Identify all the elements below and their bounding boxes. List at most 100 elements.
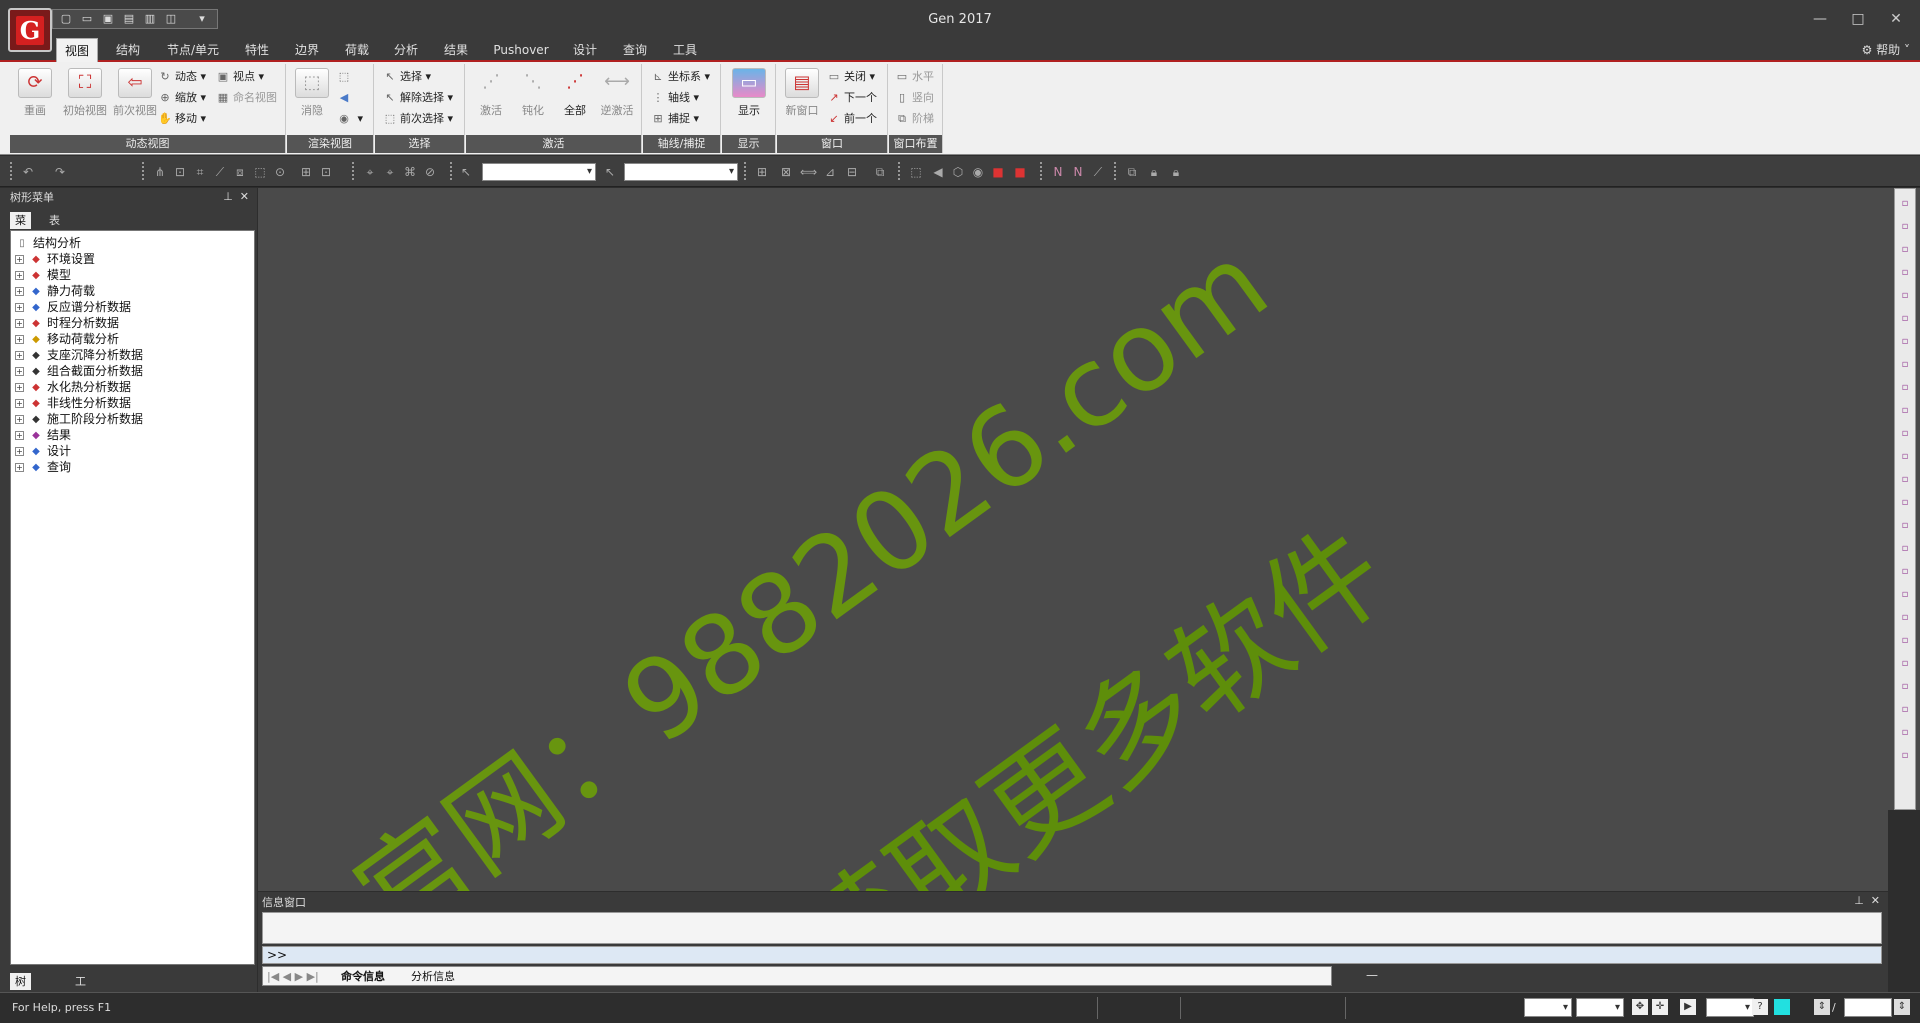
front-view-icon[interactable]: ◀ <box>930 164 946 180</box>
next-window-button[interactable]: ↗ 下一个 <box>827 89 877 107</box>
open-file-icon[interactable]: ▭ <box>78 12 96 26</box>
tile-horizontal-button[interactable]: ▭ 水平 <box>895 68 934 86</box>
distance-icon[interactable]: ⟺ <box>800 164 817 180</box>
redo-icon[interactable]: ↷ <box>52 164 68 180</box>
search-icon[interactable]: ▫ <box>1898 496 1912 510</box>
viewpoint-button[interactable]: ▣ 视点 ▾ <box>216 68 264 86</box>
expand-icon[interactable]: + <box>15 255 24 264</box>
select-button[interactable]: ↖ 选择 ▾ <box>383 68 431 86</box>
grid-lines-icon[interactable]: ▫ <box>1898 220 1912 234</box>
layer-2-icon[interactable]: ▫ <box>1898 680 1912 694</box>
tree-item[interactable]: + ◆ 时程分析数据 <box>15 315 119 331</box>
named-view-button[interactable]: ▦ 命名视图 <box>216 89 277 107</box>
inverse-activate-button[interactable]: ⟷ 逆激活 <box>596 68 638 118</box>
cut-icon[interactable]: ▫ <box>1898 358 1912 372</box>
select-intersect-icon[interactable]: ⟋ <box>212 164 228 180</box>
previous-view-button[interactable]: ⇦ 前次视图 <box>110 68 160 118</box>
section-icon[interactable]: ⊟ <box>844 164 860 180</box>
undo-icon[interactable]: ↶ <box>20 164 36 180</box>
layer-icon[interactable]: ▫ <box>1898 657 1912 671</box>
export-icon[interactable]: ▫ <box>1898 726 1912 740</box>
toolbar-grip[interactable] <box>142 162 145 180</box>
page-combo[interactable] <box>1844 998 1892 1017</box>
tab-structure[interactable]: 结构 <box>108 38 148 62</box>
axis-icon[interactable]: ▫ <box>1898 703 1912 717</box>
panel-close-icon[interactable]: ✕ <box>240 190 249 203</box>
activate-all-icon[interactable]: ⊡ <box>318 164 334 180</box>
tree-item[interactable]: + ◆ 水化热分析数据 <box>15 379 131 395</box>
view-y-icon[interactable]: ▫ <box>1898 289 1912 303</box>
property-icon[interactable]: ⧉ <box>872 164 888 180</box>
tree-root[interactable]: ▯ 结构分析 <box>15 235 81 251</box>
coord-button[interactable]: ⊾ 坐标系 ▾ <box>651 68 710 86</box>
expand-icon[interactable]: + <box>15 287 24 296</box>
save-icon[interactable]: ▤ <box>120 12 138 26</box>
node-number-icon[interactable]: ⊞ <box>754 164 770 180</box>
pan-icon[interactable]: ▫ <box>1898 519 1912 533</box>
expand-icon[interactable]: + <box>15 415 24 424</box>
iso-view-icon[interactable]: ⬡ <box>950 164 966 180</box>
pick-cursor-icon[interactable]: ↖ <box>458 164 474 180</box>
import-icon[interactable]: ▫ <box>1898 749 1912 763</box>
maximize-button[interactable]: □ <box>1843 9 1873 29</box>
zoom-window-icon[interactable]: ▫ <box>1898 404 1912 418</box>
tree-item[interactable]: + ◆ 静力荷载 <box>15 283 95 299</box>
tab-tree-menu[interactable]: 树形菜单 <box>10 973 31 1022</box>
tab-view[interactable]: 视图 <box>56 38 98 63</box>
previous-window-button[interactable]: ↙ 前一个 <box>827 110 877 128</box>
display-button[interactable]: ▭ 显示 <box>728 68 770 118</box>
expand-icon[interactable]: + <box>15 431 24 440</box>
move-button[interactable]: ✋ 移动 ▾ <box>158 110 206 128</box>
initial-view-button[interactable]: ⛶ 初始视图 <box>60 68 110 118</box>
tab-property[interactable]: 特性 <box>237 38 277 62</box>
tree-item[interactable]: + ◆ 施工阶段分析数据 <box>15 411 143 427</box>
checks-icon[interactable]: ▫ <box>1898 335 1912 349</box>
tree-item[interactable]: + ◆ 模型 <box>15 267 71 283</box>
copy-icon[interactable]: ▫ <box>1898 611 1912 625</box>
deactivate-button[interactable]: ⋱ 钝化 <box>512 68 554 118</box>
expand-icon[interactable]: + <box>15 447 24 456</box>
app-logo[interactable]: G <box>8 8 52 52</box>
red-box-icon[interactable]: ■ <box>990 164 1006 180</box>
tree-item[interactable]: + ◆ 设计 <box>15 443 71 459</box>
activate-button[interactable]: ⋰ 激活 <box>470 68 512 118</box>
toolbar-grip[interactable] <box>450 162 453 180</box>
unit-force-combo[interactable]: ▾ <box>1524 998 1572 1017</box>
select-polygon-icon[interactable]: ⌗ <box>192 164 208 180</box>
tab-analysis[interactable]: 分析 <box>386 38 426 62</box>
help-icon[interactable]: ? <box>1752 999 1768 1015</box>
render-sphere-icon[interactable]: ◉ ▾ <box>337 110 363 128</box>
render-icon[interactable]: ▫ <box>1898 565 1912 579</box>
expand-icon[interactable]: + <box>15 271 24 280</box>
sphere-view-icon[interactable]: ◉ <box>970 164 986 180</box>
tab-analysis-info[interactable]: 分析信息 <box>411 968 455 985</box>
deselect-button[interactable]: ↖ 解除选择 ▾ <box>383 89 453 107</box>
redraw-button[interactable]: ⟳ 重画 <box>14 68 56 118</box>
previous-select-button[interactable]: ⬚ 前次选择 ▾ <box>383 110 453 128</box>
spinner-icon-2[interactable]: ⇕ <box>1894 999 1910 1015</box>
pin-icon[interactable]: ⊥ <box>1854 894 1864 907</box>
expand-icon[interactable]: + <box>15 303 24 312</box>
command-prompt[interactable]: >> <box>262 946 1882 964</box>
expand-icon[interactable]: + <box>15 335 24 344</box>
spinner-icon[interactable]: ⇕ <box>1814 999 1830 1015</box>
tree-item[interactable]: + ◆ 组合截面分析数据 <box>15 363 143 379</box>
all-button[interactable]: ⋰ 全部 <box>554 68 596 118</box>
minimize-button[interactable]: — <box>1805 9 1835 29</box>
frame-icon[interactable]: ▫ <box>1898 588 1912 602</box>
grid-button[interactable]: ⋮ 轴线 ▾ <box>651 89 700 107</box>
red-box-icon-2[interactable]: ■ <box>1012 164 1028 180</box>
help-menu[interactable]: ⚙ 帮助 ˅ <box>1862 38 1910 62</box>
grid-snap-icon[interactable]: ▫ <box>1898 243 1912 257</box>
toolbar-grip[interactable] <box>1040 162 1043 180</box>
model-view-icon[interactable]: ⧉ <box>1124 164 1140 180</box>
snap-grid-icon[interactable]: ✛ <box>1652 999 1668 1015</box>
tree-item[interactable]: + ◆ 支座沉降分析数据 <box>15 347 143 363</box>
expand-icon[interactable]: + <box>15 351 24 360</box>
dynamic-button[interactable]: ↻ 动态 ▾ <box>158 68 206 86</box>
hide-button[interactable]: ⬚ 消隐 <box>291 68 333 118</box>
expand-icon[interactable]: + <box>15 367 24 376</box>
tab-command-info[interactable]: 命令信息 <box>341 968 385 985</box>
node-link-icon[interactable]: ⟋ <box>1090 164 1106 180</box>
zoom-in-icon[interactable]: ▫ <box>1898 427 1912 441</box>
